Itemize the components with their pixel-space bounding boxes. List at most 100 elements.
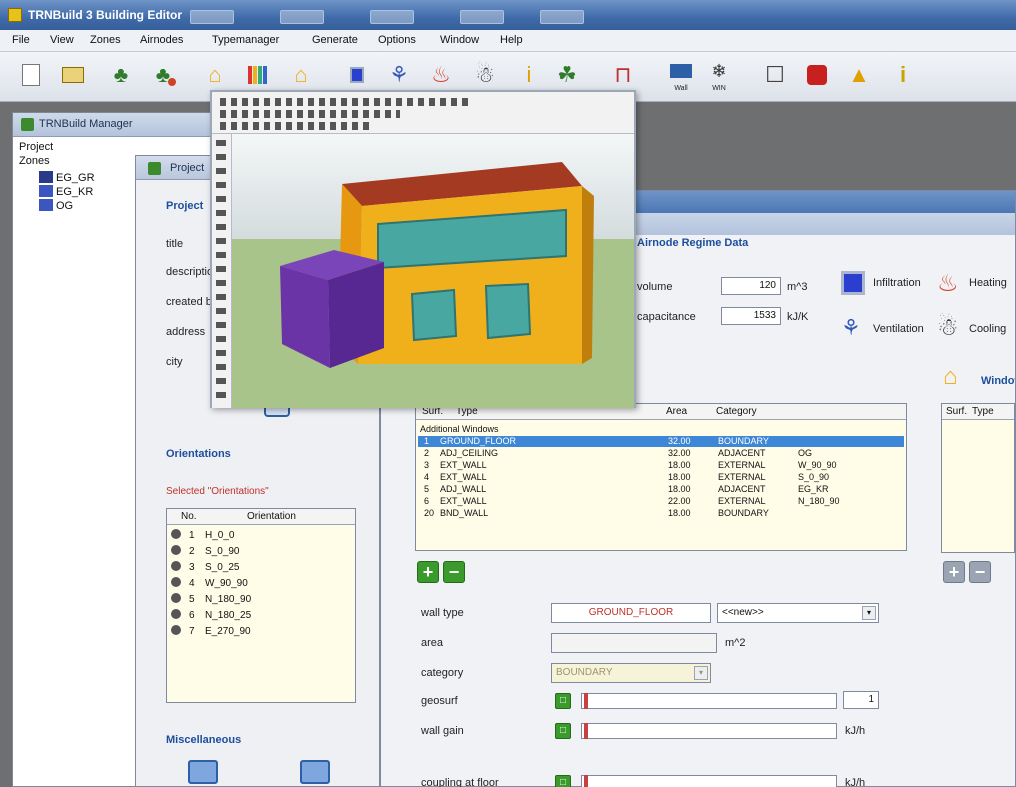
taskbar-tab[interactable] (280, 10, 324, 24)
slider-thumb[interactable] (584, 693, 588, 709)
wall-row[interactable]: 6 EXT_WALL 22.00 EXTERNAL N_180_90 (418, 496, 904, 507)
3d-toolbar-icons-row[interactable] (220, 110, 400, 118)
orientations-list[interactable]: No. Orientation 1 H_0_0 2 S_0_90 3 S_0_25 4… (166, 508, 356, 703)
wall-type-field[interactable]: GROUND_FLOOR (551, 603, 711, 623)
orientation-row[interactable]: 7 E_270_90 (171, 625, 351, 639)
new-file-icon[interactable] (14, 58, 48, 92)
volume-label: volume (637, 281, 673, 293)
3d-side-icons[interactable] (216, 140, 226, 400)
geosurf-enable-icon[interactable]: □ (555, 693, 571, 709)
house-yellow-icon[interactable]: ⌂ (198, 58, 232, 92)
walls-table[interactable]: Surf. Type Area Category Additional Wind… (415, 403, 907, 551)
add-window-button[interactable]: + (943, 561, 965, 583)
orientation-row[interactable]: 5 N_180_90 (171, 593, 351, 607)
tree-red-icon[interactable]: ♣ (146, 58, 180, 92)
wall-type-select[interactable]: <<new>> ▾ (717, 603, 879, 623)
3d-toolbar-icons-row[interactable] (220, 98, 470, 106)
triangle-icon[interactable]: ▲ (842, 58, 876, 92)
info-icon[interactable]: i (886, 58, 920, 92)
orientation-row[interactable]: 6 N_180_25 (171, 609, 351, 623)
tree-project[interactable]: Project (19, 141, 53, 153)
3d-toolbar-icons-row[interactable] (220, 122, 370, 130)
menu-window[interactable]: Window (440, 34, 479, 46)
taskbar-tab[interactable] (460, 10, 504, 24)
capacitance-input[interactable]: 1533 (721, 307, 781, 325)
menu-help[interactable]: Help (500, 34, 523, 46)
ventilation-icon[interactable]: ⚘ (841, 315, 861, 341)
heating-icon[interactable]: ♨ (424, 58, 458, 92)
area-input[interactable] (551, 633, 717, 653)
remove-wall-button[interactable]: − (443, 561, 465, 583)
manager-title: TRNBuild Manager (39, 118, 133, 130)
taskbar-tab[interactable] (540, 10, 584, 24)
slider-thumb[interactable] (584, 775, 588, 787)
cooling-label[interactable]: Cooling (969, 323, 1013, 335)
orientation-row[interactable]: 4 W_90_90 (171, 577, 351, 591)
gear-icon (171, 625, 181, 635)
taskbar-tab[interactable] (190, 10, 234, 24)
tree-zone-item[interactable]: EG_KR (39, 185, 93, 198)
add-wall-button[interactable]: + (417, 561, 439, 583)
geosurf-input[interactable]: 1 (843, 691, 879, 709)
infiltration-icon[interactable] (841, 271, 865, 295)
chevron-down-icon[interactable]: ▾ (694, 666, 708, 680)
misc-button[interactable] (300, 760, 330, 784)
menu-file[interactable]: File (12, 34, 30, 46)
tree-zones[interactable]: Zones (19, 155, 50, 167)
wall-gain-slider[interactable] (581, 723, 837, 739)
house-outline-icon[interactable]: ⌂ (284, 58, 318, 92)
3d-building-model[interactable] (232, 134, 634, 408)
tree-zone-item[interactable]: EG_GR (39, 171, 95, 184)
coupling-slider[interactable] (581, 775, 837, 787)
orientation-row[interactable]: 1 H_0_0 (171, 529, 351, 543)
ventilation-icon[interactable]: ⚘ (382, 58, 416, 92)
wall-row[interactable]: 4 EXT_WALL 18.00 EXTERNAL S_0_90 (418, 472, 904, 483)
taskbar-tab[interactable] (370, 10, 414, 24)
tree-zone-item[interactable]: OG (39, 199, 73, 212)
schedule-icon[interactable]: ⊓ (606, 58, 640, 92)
wall-type-icon[interactable]: Wall (664, 58, 698, 92)
bars-colored-icon[interactable] (240, 58, 274, 92)
menu-bar: File View Zones Airnodes Typemanager Gen… (0, 30, 1016, 52)
heating-icon[interactable]: ♨ (937, 269, 959, 298)
heating-label[interactable]: Heating (969, 277, 1013, 289)
wall-row[interactable]: 3 EXT_WALL 18.00 EXTERNAL W_90_90 (418, 460, 904, 471)
open-file-icon[interactable] (56, 58, 90, 92)
comfort-icon[interactable]: ☘ (550, 58, 584, 92)
ventilation-label[interactable]: Ventilation (873, 323, 924, 335)
wall-row[interactable]: 20 BND_WALL 18.00 BOUNDARY (418, 508, 904, 519)
wall-row[interactable]: 1 GROUND_FLOOR 32.00 BOUNDARY (418, 436, 904, 447)
coupling-enable-icon[interactable]: □ (555, 775, 571, 787)
wall-gain-enable-icon[interactable]: □ (555, 723, 571, 739)
menu-options[interactable]: Options (378, 34, 416, 46)
windows-table[interactable]: Surf. Type (941, 403, 1015, 553)
orientation-row[interactable]: 3 S_0_25 (171, 561, 351, 575)
infiltration-icon[interactable] (340, 58, 374, 92)
cooling-icon[interactable]: ☃ (937, 313, 959, 342)
red-cube-icon[interactable] (800, 58, 834, 92)
menu-airnodes[interactable]: Airnodes (140, 34, 183, 46)
infiltration-label[interactable]: Infiltration (873, 277, 921, 289)
geosurf-slider[interactable] (581, 693, 837, 709)
category-select[interactable]: BOUNDARY ▾ (551, 663, 711, 683)
orientation-row[interactable]: 2 S_0_90 (171, 545, 351, 559)
cooling-icon[interactable]: ☃ (468, 58, 502, 92)
menu-view[interactable]: View (50, 34, 74, 46)
window-title: TRNBuild 3 Building Editor (28, 8, 182, 22)
remove-window-button[interactable]: − (969, 561, 991, 583)
menu-generate[interactable]: Generate (312, 34, 358, 46)
tree-green-icon[interactable]: ♣ (104, 58, 138, 92)
volume-input[interactable]: 120 (721, 277, 781, 295)
wall-row[interactable]: 5 ADJ_WALL 18.00 ADJACENT EG_KR (418, 484, 904, 495)
wall-row[interactable]: 2 ADJ_CEILING 32.00 ADJACENT OG (418, 448, 904, 459)
lower-window-right (484, 282, 532, 340)
menu-zones[interactable]: Zones (90, 34, 121, 46)
walls-section-label: Additional Windows (420, 424, 499, 434)
lock-icon[interactable]: ☐ (758, 58, 792, 92)
chevron-down-icon[interactable]: ▾ (862, 606, 876, 620)
gains-icon[interactable]: i (512, 58, 546, 92)
window-type-icon[interactable]: ❄ WIN (702, 58, 736, 92)
slider-thumb[interactable] (584, 723, 588, 739)
menu-typemanager[interactable]: Typemanager (212, 34, 279, 46)
misc-button[interactable] (188, 760, 218, 784)
